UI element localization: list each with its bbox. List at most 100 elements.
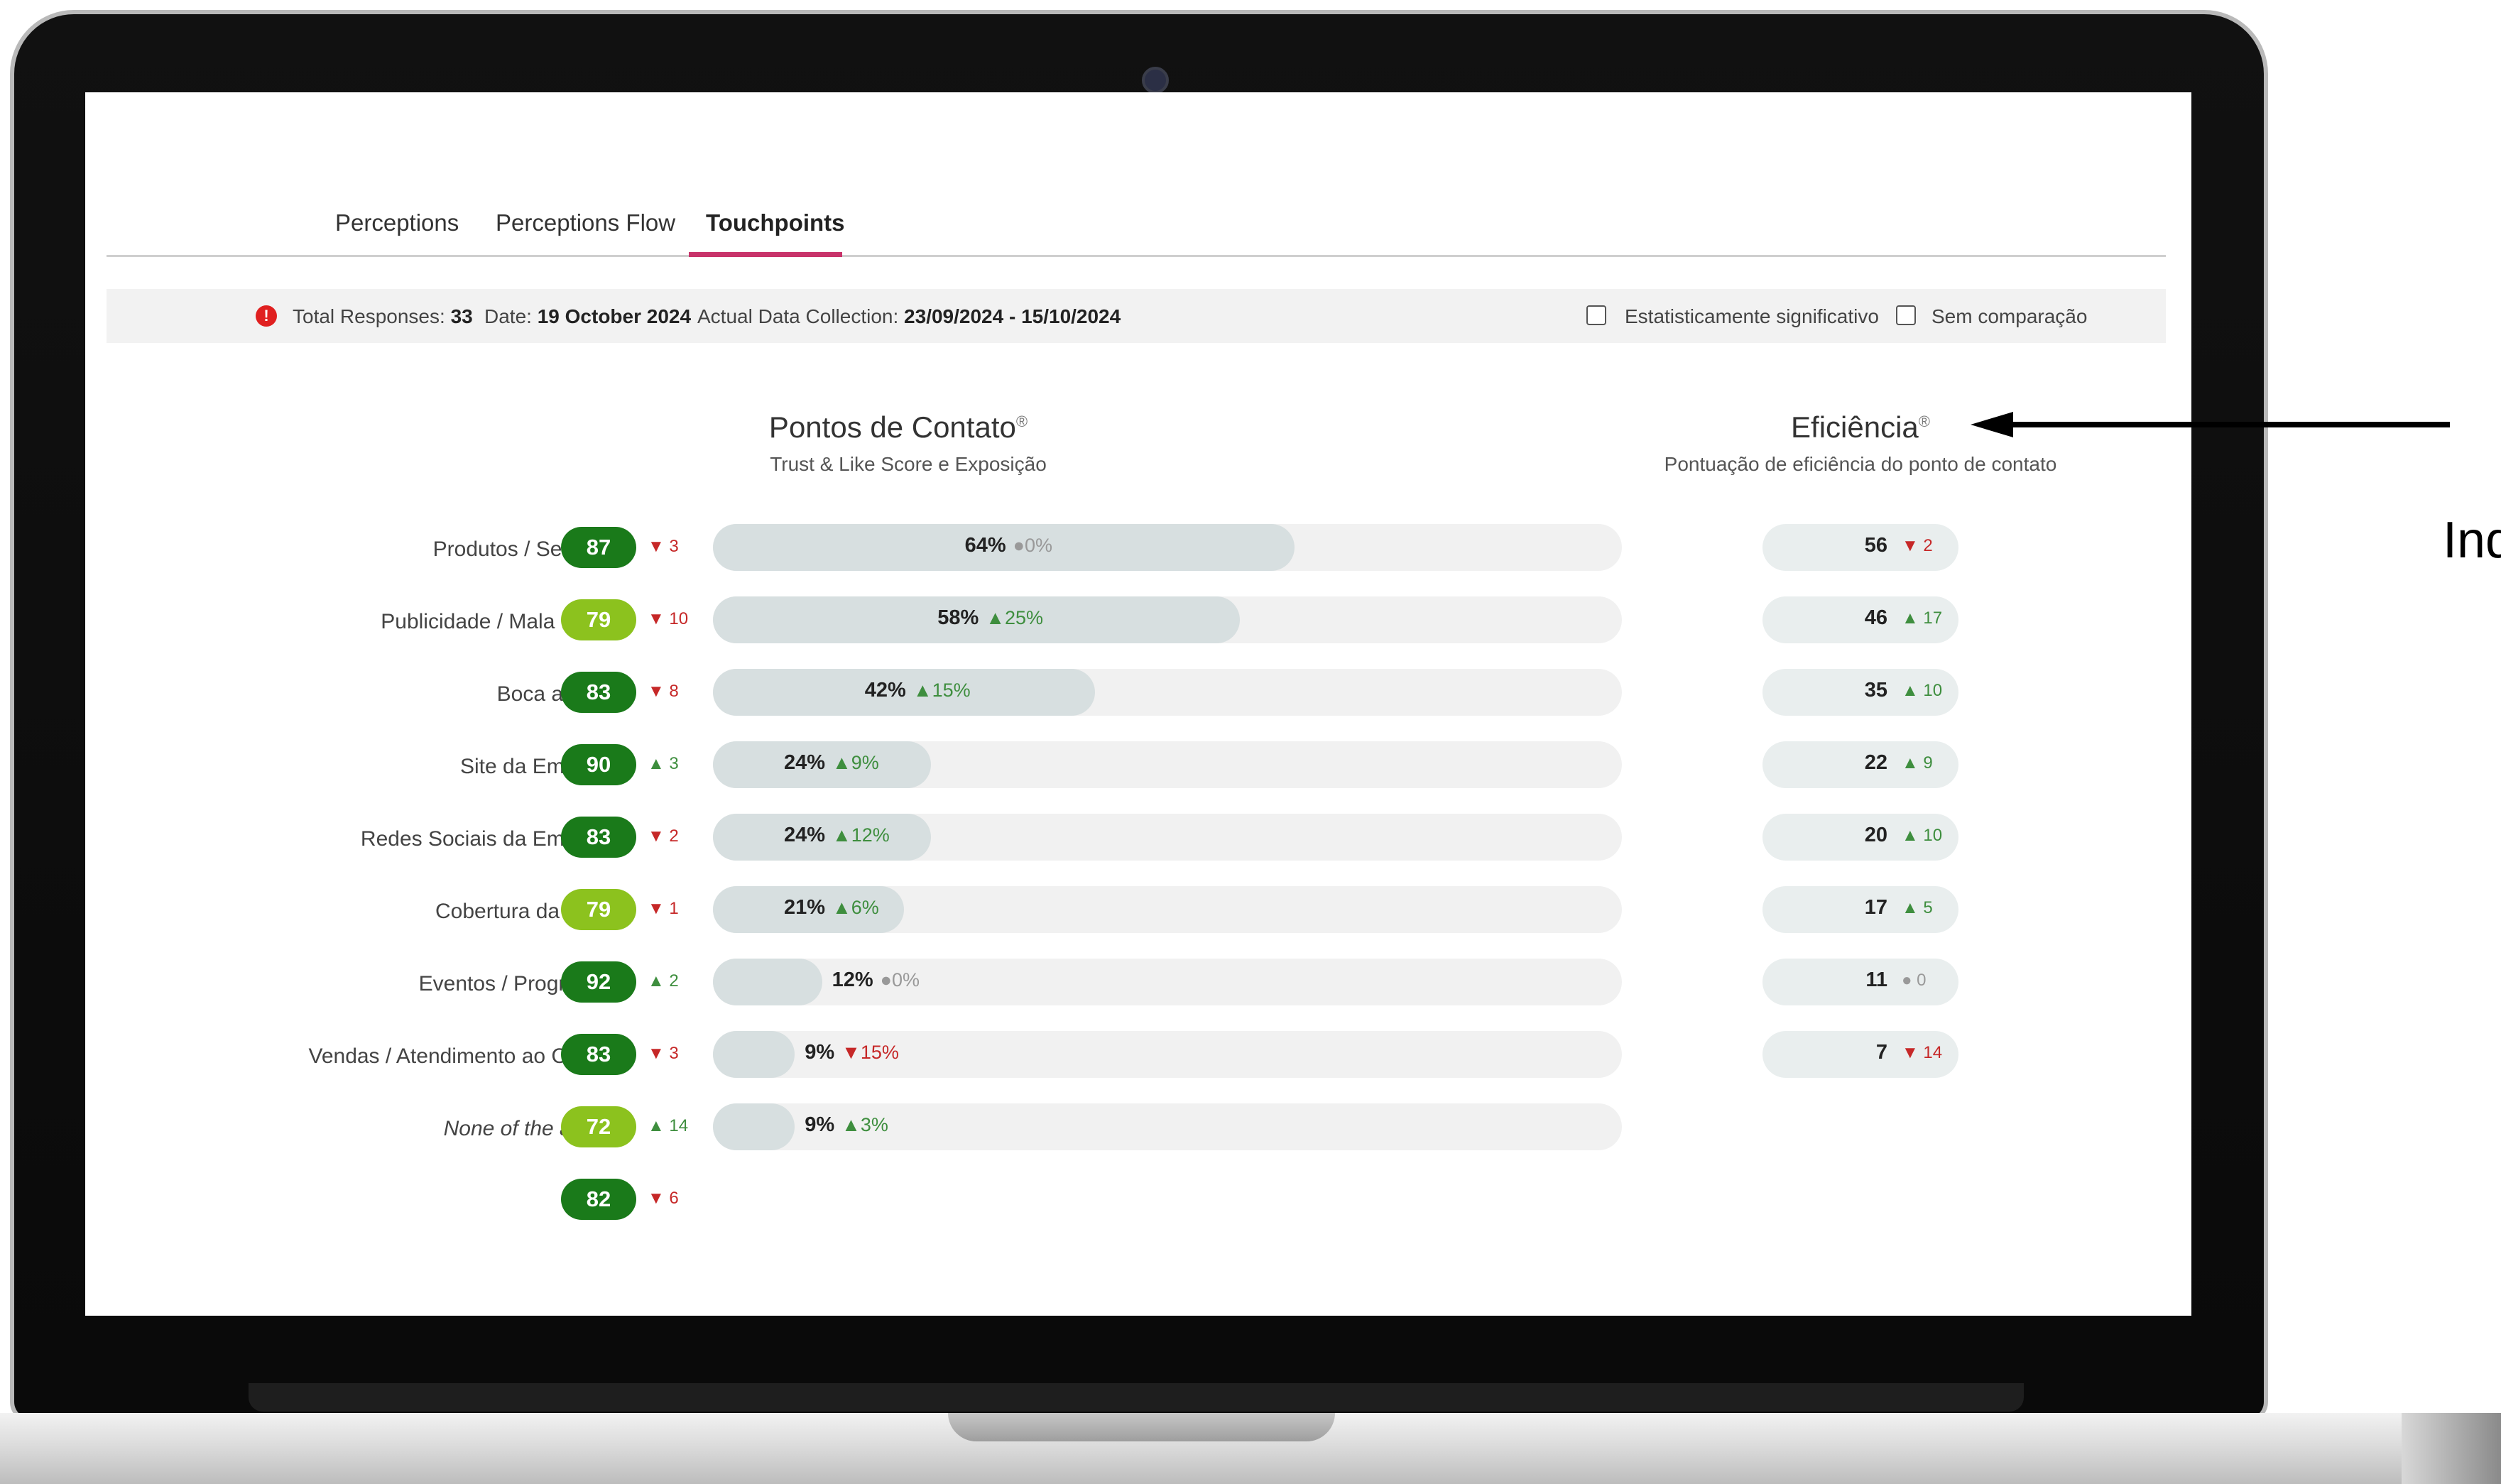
exposure-value: 21% ▲6% [784,896,879,920]
annotation-arrow-head [1971,412,2013,437]
score-delta: ▼ 8 [648,682,679,701]
exposure-value: 58% ▲25% [937,606,1043,630]
touchpoint-row: Site da Empresa®90▲ 324%▲9%22▲ 9 [85,741,2191,788]
exposure-change: ▼15% [841,1042,899,1063]
annotation-arrow-line [2010,422,2450,427]
efficiency-change: ● 0 [1902,971,1927,990]
eficiencia-subtitle: Pontuação de eficiência do ponto de cont… [1664,453,2057,475]
score-badge: 87 [561,527,636,568]
touchpoint-row: Eventos / Programas®92▲ 212%●0%11● 0 [85,959,2191,1005]
exposure-value: 24% ▲12% [784,824,890,847]
score-delta: ▼ 2 [648,826,679,846]
significance-checkbox[interactable] [1586,305,1606,325]
touchpoint-row: None of the above®72▲ 149%▲3% [85,1103,2191,1150]
tab-touchpoints[interactable]: Touchpoints [706,209,845,236]
exposure-percent: 12% [832,969,873,991]
pontos-subtitle: Trust & Like Score e Exposição [770,453,1047,475]
collection-info: Actual Data Collection: 23/09/2024 - 15/… [697,305,1121,328]
efficiency-value: 11 [1865,969,1887,991]
score-badge: 82 [561,1179,636,1220]
exposure-bar-track: 64% ●0% [713,524,1622,571]
total-responses-value: 33 [450,305,473,327]
touchpoint-row: Boca a Boca®83▼ 842%▲15%35▲ 10 [85,669,2191,716]
score-delta: ▼ 3 [648,1044,679,1063]
eficiencia-title: Eficiência® [1791,410,1930,444]
no-comparison-label: Sem comparação [1931,305,2088,327]
exposure-percent: 9% [805,1041,835,1064]
exposure-bar-track: 24% ▲9% [713,741,1622,788]
tab-perceptions[interactable]: Perceptions [335,209,459,236]
score-badge: 72 [561,1106,636,1147]
exposure-value: 9% ▲3% [805,1113,888,1137]
significance-label: Estatisticamente significativo [1625,305,1879,327]
pontos-title: Pontos de Contato® [769,410,1028,444]
exposure-change: ▲12% [832,824,890,846]
score-delta: ▼ 3 [648,537,679,556]
score-badge: 92 [561,961,636,1003]
exposure-value: 24% ▲9% [784,751,879,775]
touchpoint-row: Publicidade / Mala Direta®79▼ 1058%▲25%4… [85,596,2191,643]
exposure-bar-track: 9% ▲3% [713,1103,1622,1150]
touchpoint-row: Produtos / Serviços®87▼ 364%●0%56▼ 2 [85,524,2191,571]
exposure-bar-fill [713,1031,795,1078]
efficiency-change: ▲ 5 [1902,898,1933,917]
camera-icon [1142,67,1169,94]
efficiency-change: ▼ 14 [1902,1043,1943,1062]
efficiency-change: ▲ 9 [1902,753,1933,773]
touchpoint-row: Vendas / Atendimento ao Cliente®83▼ 39%▼… [85,1031,2191,1078]
tabs-divider [107,255,2166,257]
total-responses-label: Total Responses: [293,305,445,327]
alert-icon: ! [256,305,277,327]
active-tab-indicator [689,252,842,257]
exposure-value: 42% ▲15% [865,679,971,702]
score-badge: 83 [561,817,636,858]
score-badge: 83 [561,1034,636,1075]
laptop-hinge [249,1383,2024,1412]
touchpoint-row: Redes Sociais da Empresa®83▼ 224%▲12%20▲… [85,814,2191,861]
pontos-title-text: Pontos de Contato [768,410,1016,444]
date-info: Date: 19 October 2024 [484,305,691,328]
exposure-change: ▲15% [912,680,971,701]
exposure-bar-fill [713,959,822,1005]
exposure-bar-track: 24% ▲12% [713,814,1622,861]
efficiency-value: 17 [1864,896,1887,919]
efficiency-value: 22 [1864,751,1887,774]
efficiency-value: 20 [1864,824,1887,846]
exposure-bar-track: 58% ▲25% [713,596,1622,643]
date-label: Date: [484,305,532,327]
score-badge: 79 [561,889,636,930]
efficiency-pill: 35 ▲ 10 [1762,669,1958,716]
efficiency-pill: 7 ▼ 14 [1762,1031,1958,1078]
exposure-value: 9% ▼15% [805,1041,899,1064]
exposure-bar-track: 12% ●0% [713,959,1622,1005]
annotation-text: Indi [2443,512,2501,569]
score-badge: 90 [561,744,636,785]
exposure-change: ▲9% [832,752,879,773]
efficiency-value: 7 [1875,1041,1887,1064]
score-delta: ▲ 14 [648,1116,689,1135]
info-icon[interactable]: ® [1016,413,1028,430]
score-delta: ▲ 3 [648,754,679,773]
exposure-percent: 58% [937,606,979,629]
exposure-change: ●0% [1013,535,1052,556]
collection-label: Actual Data Collection: [697,305,899,327]
exposure-value: 12% ●0% [832,969,920,992]
efficiency-pill: 46 ▲ 17 [1762,596,1958,643]
laptop-base-edge [2402,1413,2501,1484]
info-icon[interactable]: ® [1919,413,1930,430]
tab-perceptions-flow[interactable]: Perceptions Flow [496,209,675,236]
touchpoint-row: Cobertura da Mídia®79▼ 121%▲6%17▲ 5 [85,886,2191,933]
efficiency-pill: 22 ▲ 9 [1762,741,1958,788]
efficiency-value: 56 [1864,534,1887,557]
exposure-change: ▲25% [986,607,1043,628]
eficiencia-title-text: Eficiência [1791,410,1919,444]
efficiency-pill: 56 ▼ 2 [1762,524,1958,571]
screen: Perceptions Perceptions Flow Touchpoints… [85,92,2191,1316]
score-delta: ▼ 6 [648,1189,679,1208]
exposure-bar-track: 42% ▲15% [713,669,1622,716]
total-responses: Total Responses: 33 [293,305,473,328]
laptop-notch [948,1413,1335,1441]
score-badge: 83 [561,672,636,713]
no-comparison-checkbox[interactable] [1896,305,1916,325]
efficiency-change: ▲ 17 [1902,609,1943,628]
